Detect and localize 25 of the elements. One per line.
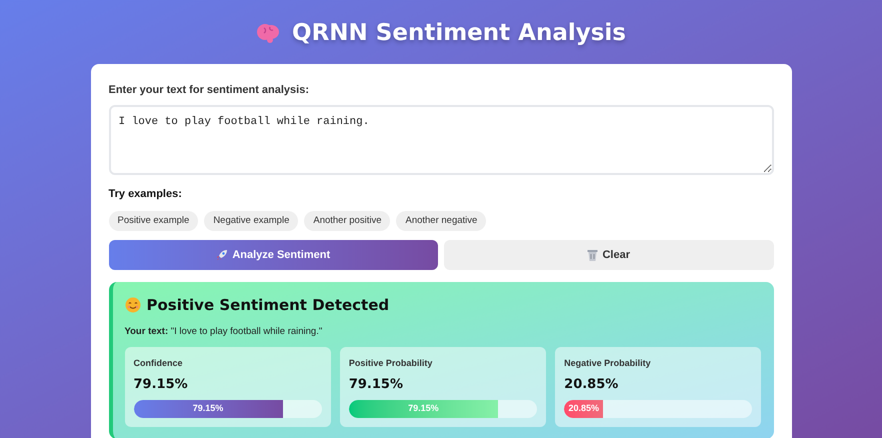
brain-icon: [256, 22, 280, 44]
progress-label: 79.15%: [192, 402, 224, 415]
page-title: QRNN Sentiment Analysis: [292, 18, 626, 48]
metric-label: Negative Probability: [564, 356, 652, 370]
metric-value: 20.85%: [564, 376, 620, 394]
input-label: Enter your text for sentiment analysis:: [108, 83, 310, 98]
result-heading: Positive Sentiment Detected: [146, 295, 390, 316]
example-chip[interactable]: Positive example: [108, 211, 198, 231]
metric-label: Positive Probability: [348, 356, 434, 370]
trash-icon: [587, 249, 598, 261]
progress-label: 20.85%: [568, 402, 600, 415]
example-chip[interactable]: Another positive: [304, 211, 390, 231]
clear-button[interactable]: Clear: [444, 240, 774, 270]
metric-label: Confidence: [134, 356, 184, 370]
metric-value: 79.15%: [348, 376, 404, 394]
rocket-icon: [216, 249, 228, 261]
text-input[interactable]: I love to play football while raining.: [108, 104, 774, 174]
analyze-button[interactable]: Analyze Sentiment: [108, 240, 438, 270]
smiley-icon: [124, 297, 140, 314]
progress-label: 79.15%: [408, 402, 439, 415]
result-text: Your text: "I love to play football while raining.": [124, 324, 324, 338]
examples-label: Try examples:: [108, 186, 183, 202]
example-chip[interactable]: Another negative: [396, 211, 486, 231]
metric-value: 79.15%: [134, 376, 189, 394]
example-chip[interactable]: Negative example: [204, 211, 298, 231]
